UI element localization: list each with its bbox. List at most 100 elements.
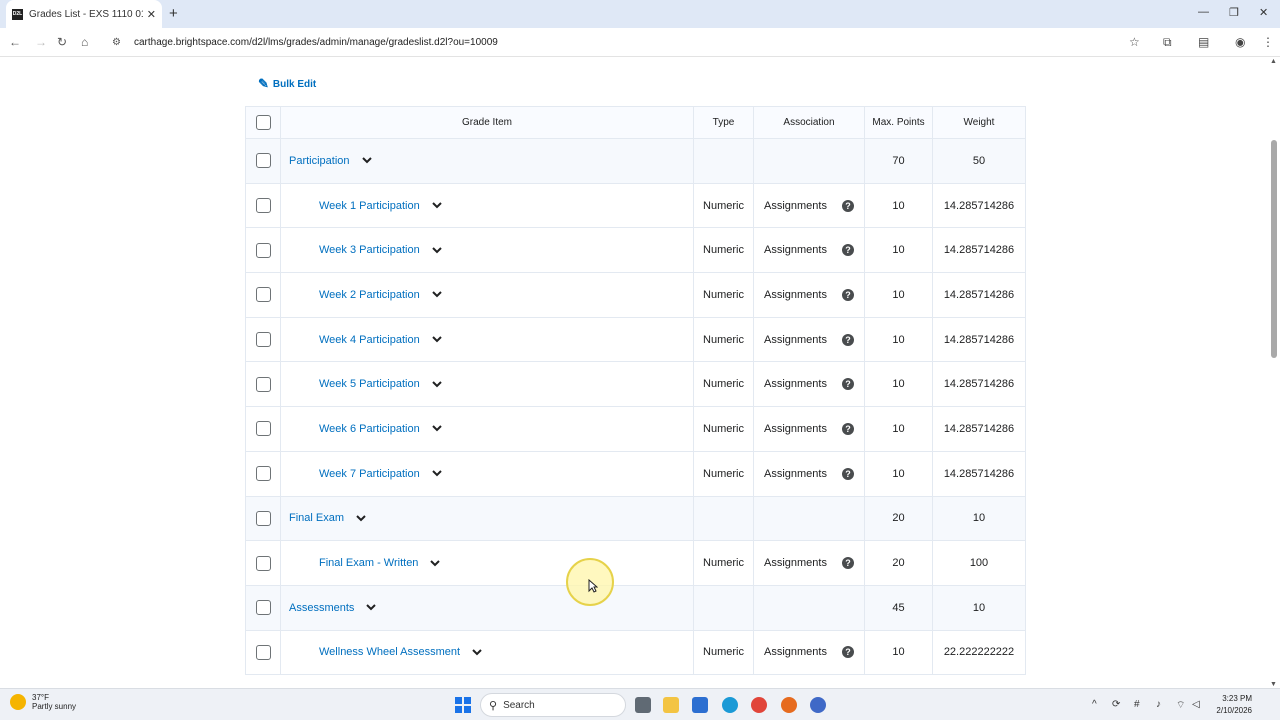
url-text: carthage.brightspace.com/d2l/lms/grades/… — [134, 37, 498, 48]
grade-item-link[interactable]: Participation — [289, 155, 350, 167]
select-all-checkbox[interactable] — [255, 115, 271, 130]
help-icon[interactable]: ? — [842, 244, 854, 257]
chevron-down-icon[interactable] — [430, 333, 444, 347]
close-window-icon[interactable]: ✕ — [1259, 6, 1268, 19]
browser-menu-icon[interactable]: ⋮ — [1262, 35, 1274, 49]
header-grade-item[interactable]: Grade Item — [280, 106, 694, 139]
help-icon[interactable]: ? — [842, 199, 854, 212]
scroll-down-icon[interactable]: ▼ — [1270, 681, 1277, 688]
grade-item-link[interactable]: Assessments — [289, 602, 354, 614]
row-checkbox[interactable] — [255, 287, 271, 303]
select-cell — [245, 138, 281, 184]
edge-icon[interactable] — [722, 697, 738, 713]
browser-tab[interactable]: D2L Grades List - EXS 1110 01 Lifet ✕ — [6, 0, 162, 28]
chevron-down-icon[interactable] — [430, 422, 444, 436]
scrollbar-thumb[interactable] — [1271, 140, 1277, 358]
grade-item-cell: Week 7 Participation — [280, 450, 694, 497]
grade-item-link[interactable]: Wellness Wheel Assessment — [319, 646, 460, 658]
system-clock[interactable]: 3:23 PM 2/10/2026 — [1200, 693, 1252, 717]
row-checkbox[interactable] — [255, 510, 271, 526]
grade-item-link[interactable]: Week 7 Participation — [319, 468, 420, 480]
reload-icon[interactable]: ↻ — [57, 35, 67, 49]
header-association: Association — [753, 106, 865, 139]
grade-item-link[interactable]: Week 1 Participation — [319, 200, 420, 212]
row-checkbox[interactable] — [255, 198, 271, 214]
clock-time: 3:23 PM — [1222, 694, 1252, 703]
help-icon[interactable]: ? — [842, 333, 854, 346]
forward-icon[interactable]: → — [35, 35, 47, 49]
volume-icon[interactable]: ◁ — [1192, 699, 1200, 710]
minimize-icon[interactable]: — — [1198, 6, 1209, 18]
grade-item-link[interactable]: Final Exam - Written — [319, 557, 418, 569]
chevron-down-icon[interactable] — [430, 243, 444, 257]
chrome-icon[interactable] — [751, 697, 767, 713]
app-icon[interactable] — [810, 697, 826, 713]
row-checkbox[interactable] — [255, 421, 271, 437]
association-cell: Assignments? — [753, 361, 865, 408]
slack-icon[interactable]: # — [1134, 699, 1140, 710]
scroll-up-icon[interactable]: ▲ — [1270, 58, 1277, 65]
grade-item-link[interactable]: Final Exam — [289, 512, 344, 524]
row-checkbox[interactable] — [255, 600, 271, 616]
chevron-down-icon[interactable] — [430, 467, 444, 481]
type-cell: Numeric — [693, 450, 754, 497]
weather-widget[interactable]: 37°F Partly sunny — [10, 693, 76, 711]
row-checkbox[interactable] — [255, 555, 271, 571]
weather-desc: Partly sunny — [32, 702, 77, 711]
grade-item-link[interactable]: Week 5 Participation — [319, 378, 420, 390]
site-info-icon[interactable]: ⚙ — [112, 37, 130, 48]
chevron-down-icon[interactable] — [430, 199, 444, 213]
profile-icon[interactable]: ◉ — [1235, 35, 1245, 49]
chevron-down-icon[interactable] — [364, 601, 378, 615]
grade-item-link[interactable]: Week 6 Participation — [319, 423, 420, 435]
microphone-icon[interactable]: ♪ — [1156, 699, 1161, 710]
close-tab-icon[interactable]: ✕ — [147, 8, 156, 21]
help-icon[interactable]: ? — [842, 422, 854, 435]
home-icon[interactable]: ⌂ — [81, 35, 88, 49]
media-icon[interactable]: ▤ — [1198, 35, 1209, 49]
row-checkbox[interactable] — [255, 242, 271, 258]
wifi-icon[interactable]: ⌔ — [1176, 699, 1185, 712]
bulk-edit-button[interactable]: ✎ Bulk Edit — [258, 76, 316, 92]
new-tab-icon[interactable]: + — [169, 5, 178, 22]
row-checkbox[interactable] — [255, 644, 271, 660]
row-checkbox[interactable] — [255, 466, 271, 482]
help-icon[interactable]: ? — [842, 646, 854, 659]
weight-cell: 14.285714286 — [932, 272, 1026, 318]
chevron-down-icon[interactable] — [470, 645, 484, 659]
extensions-icon[interactable]: ⧉ — [1163, 35, 1172, 50]
association-cell: Assignments? — [753, 272, 865, 318]
row-checkbox[interactable] — [255, 376, 271, 392]
sync-icon[interactable]: ⟳ — [1112, 699, 1120, 710]
association-cell: Assignments? — [753, 227, 865, 274]
file-explorer-icon[interactable] — [663, 697, 679, 713]
help-icon[interactable]: ? — [842, 557, 854, 570]
chevron-down-icon[interactable] — [430, 377, 444, 391]
page-scrollbar[interactable]: ▲ ▼ — [1268, 58, 1280, 688]
row-checkbox[interactable] — [255, 153, 271, 169]
association-text: Assignments — [764, 467, 827, 480]
association-text: Assignments — [764, 378, 827, 391]
store-icon[interactable] — [692, 697, 708, 713]
bulk-edit-label: Bulk Edit — [272, 78, 317, 90]
chevron-down-icon[interactable] — [428, 556, 442, 570]
taskbar-search[interactable]: ⚲ Search — [480, 693, 626, 717]
grade-item-link[interactable]: Week 2 Participation — [319, 289, 420, 301]
grade-item-link[interactable]: Week 3 Participation — [319, 244, 420, 256]
firefox-icon[interactable] — [781, 697, 797, 713]
tray-overflow-icon[interactable]: ^ — [1092, 699, 1097, 710]
help-icon[interactable]: ? — [842, 467, 854, 480]
start-icon[interactable] — [455, 697, 471, 713]
url-field[interactable]: ⚙ carthage.brightspace.com/d2l/lms/grade… — [106, 32, 1156, 53]
help-icon[interactable]: ? — [842, 288, 854, 301]
restore-icon[interactable]: ❐ — [1229, 6, 1239, 19]
help-icon[interactable]: ? — [842, 378, 854, 391]
row-checkbox[interactable] — [255, 332, 271, 348]
chevron-down-icon[interactable] — [430, 288, 444, 302]
bookmark-star-icon[interactable]: ☆ — [1129, 35, 1140, 49]
task-view-icon[interactable] — [635, 697, 651, 713]
back-icon[interactable]: ← — [9, 35, 21, 49]
grade-item-link[interactable]: Week 4 Participation — [319, 334, 420, 346]
chevron-down-icon[interactable] — [354, 511, 368, 525]
chevron-down-icon[interactable] — [360, 154, 374, 168]
